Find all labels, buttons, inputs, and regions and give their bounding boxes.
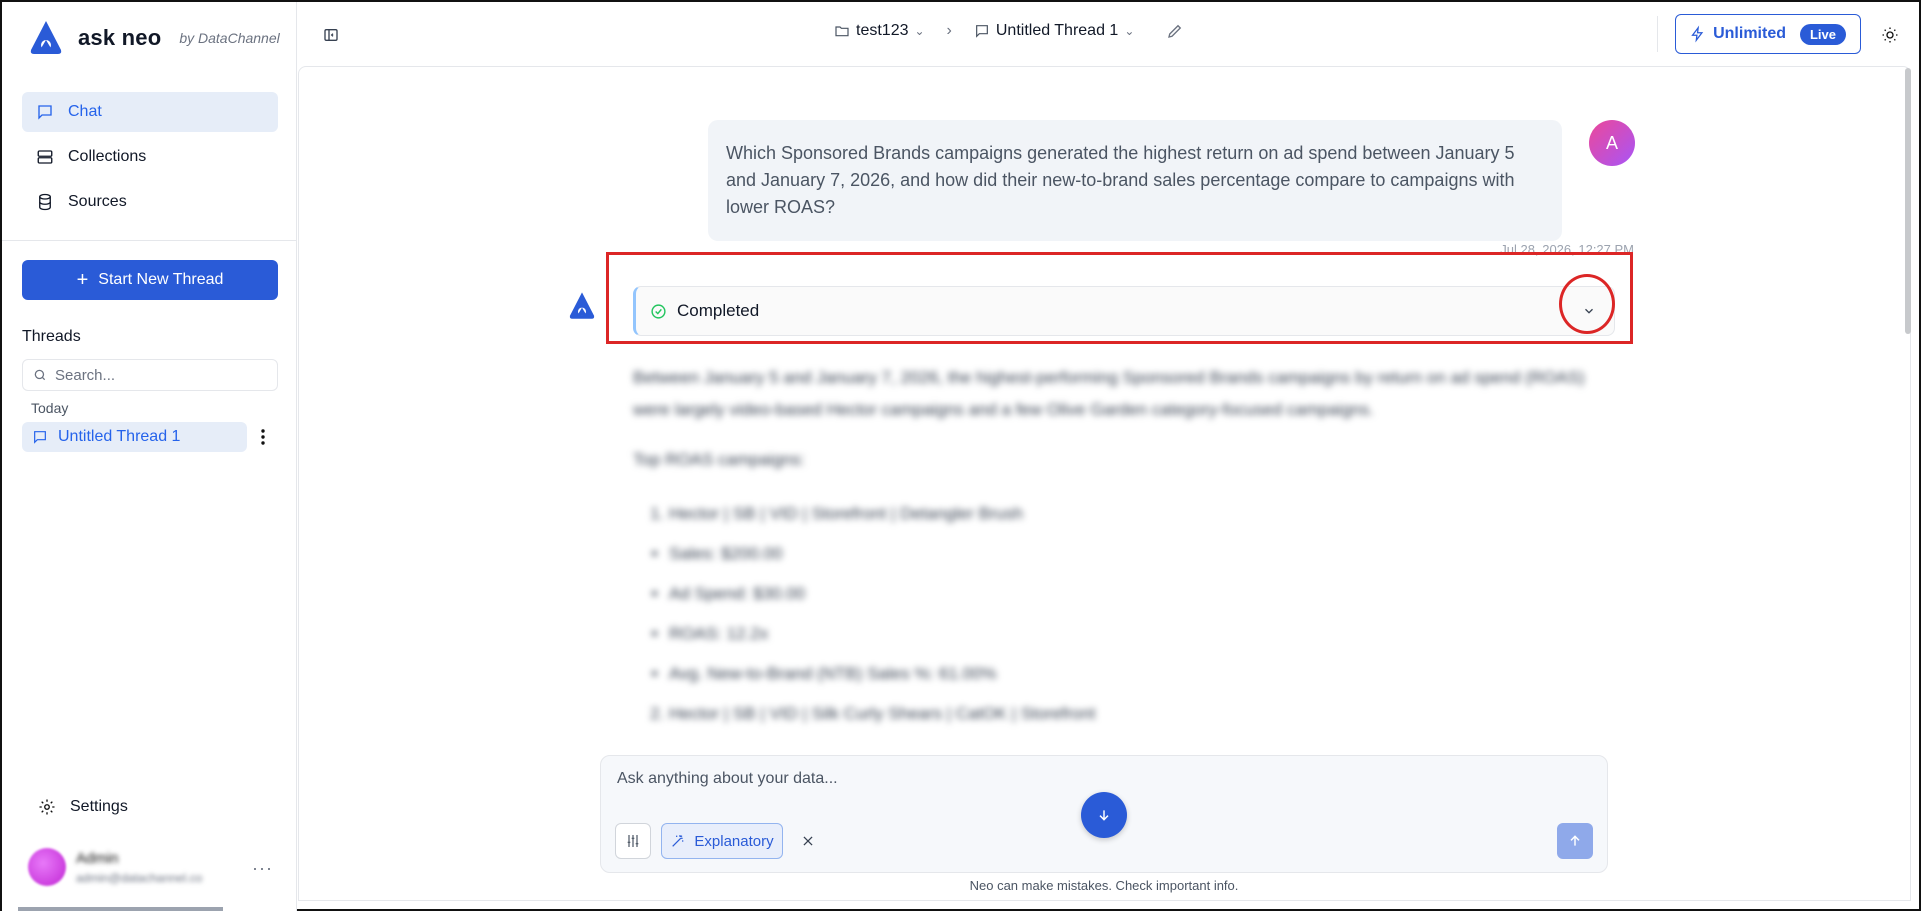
sidebar-divider <box>2 240 297 241</box>
disclaimer: Neo can make mistakes. Check important i… <box>969 878 1239 893</box>
thread-search <box>22 359 278 391</box>
list-item: Sales: $200.00 <box>669 534 1593 574</box>
header-divider <box>1657 16 1658 52</box>
plan-label: Unlimited <box>1713 25 1786 42</box>
mode-label: Explanatory <box>694 832 774 850</box>
sidebar-item-label: Sources <box>68 193 127 210</box>
brand-logo[interactable]: ask neo by DataChannel <box>26 18 280 58</box>
project-name: test123 <box>856 22 909 39</box>
thread-search-input[interactable] <box>55 366 255 384</box>
annotation-circle <box>1559 274 1615 334</box>
avatar: A <box>1589 120 1635 166</box>
chat-icon <box>38 105 52 120</box>
gear-icon <box>39 799 55 815</box>
chat-icon <box>975 25 988 38</box>
user-email: admin@datachannel.co <box>76 870 203 885</box>
send-button[interactable] <box>1557 823 1593 859</box>
chevron-down-icon: ⌄ <box>914 24 925 38</box>
clear-mode-button[interactable] <box>797 830 819 852</box>
breadcrumb: test123 ⌄ › Untitled Thread 1 ⌄ <box>834 22 1184 40</box>
collapse-sidebar-button[interactable] <box>320 24 342 46</box>
thread-more-icon[interactable] <box>256 426 270 448</box>
magic-wand-icon <box>672 835 684 847</box>
sidebar-item-label: Collections <box>68 148 147 165</box>
annotation-highlight-box <box>606 252 1633 344</box>
answer-intro: Between January 5 and January 7, 2026, t… <box>633 368 1585 419</box>
user-profile[interactable]: Admin admin@datachannel.co <box>28 848 202 886</box>
settings-label: Settings <box>70 798 128 815</box>
sidebar-scrollbar[interactable] <box>18 907 223 911</box>
sidebar-toggle-icon <box>324 29 338 41</box>
start-new-thread-button[interactable]: + Start New Thread <box>22 260 278 300</box>
settings-sliders-button[interactable] <box>615 823 651 859</box>
sidebar-item-sources[interactable]: Sources <box>22 182 278 222</box>
folder-icon <box>835 26 849 37</box>
thread-group-today: Today <box>31 400 69 416</box>
thread-name: Untitled Thread 1 <box>995 22 1119 39</box>
brand-name: ask neo <box>78 25 162 50</box>
search-icon <box>34 369 46 381</box>
message-input[interactable] <box>617 770 1517 788</box>
list-item: Avg. New-to-Brand (NTB) Sales %: 61.00% <box>669 654 1593 694</box>
theme-toggle-button[interactable] <box>1879 24 1901 46</box>
avatar <box>28 848 66 886</box>
neo-logo-icon <box>569 292 595 319</box>
pencil-icon[interactable] <box>1166 22 1184 40</box>
plus-icon: + <box>76 268 89 291</box>
brand-by: by DataChannel <box>179 30 280 46</box>
list-item: ROAS: 12.2x <box>669 614 1593 654</box>
sidebar-item-label: Chat <box>68 103 102 120</box>
start-new-thread-label: Start New Thread <box>98 271 224 288</box>
breadcrumb-project[interactable]: test123 ⌄ <box>834 22 925 40</box>
status-badge: Live <box>1799 23 1846 45</box>
threads-heading: Threads <box>22 328 81 345</box>
lightning-icon <box>1691 25 1704 43</box>
user-message: Which Sponsored Brands campaigns generat… <box>708 120 1562 241</box>
scroll-to-bottom-button[interactable] <box>1081 792 1127 838</box>
database-icon <box>39 193 51 211</box>
sidebar-item-collections[interactable]: Collections <box>22 137 278 177</box>
thread-item-label: Untitled Thread 1 <box>58 428 181 445</box>
list-item: Hector | SB | VID | Silk Curly Shears | … <box>669 694 1593 734</box>
thread-item[interactable]: Untitled Thread 1 <box>22 422 247 452</box>
assistant-answer: Between January 5 and January 7, 2026, t… <box>633 362 1593 734</box>
plan-button[interactable]: Unlimited Live <box>1675 14 1861 54</box>
close-icon <box>803 836 813 846</box>
collections-icon <box>37 150 53 164</box>
settings-link[interactable]: Settings <box>38 798 128 816</box>
chat-icon <box>34 431 46 444</box>
user-name: Admin <box>76 849 119 867</box>
assistant-avatar <box>565 290 599 327</box>
chevron-right-icon: › <box>946 22 952 39</box>
chevron-down-icon: ⌄ <box>1124 24 1135 38</box>
user-more-icon[interactable]: ··· <box>252 858 273 879</box>
sun-icon <box>1882 27 1898 43</box>
explanatory-mode-button[interactable]: Explanatory <box>661 823 783 859</box>
sidebar-nav: Chat Collections Sources <box>22 92 278 227</box>
answer-heading: Top ROAS campaigns: <box>633 450 805 469</box>
sidebar-item-chat[interactable]: Chat <box>22 92 278 132</box>
list-item: Ad Spend: $30.00 <box>669 574 1593 614</box>
neo-logo-icon <box>30 21 62 54</box>
arrow-up-icon <box>1570 835 1580 846</box>
list-item: Hector | SB | VID | Storefront | Detangl… <box>669 494 1593 534</box>
sidebar: ask neo by DataChannel Chat Collections … <box>2 2 297 911</box>
sliders-icon <box>627 835 639 847</box>
breadcrumb-thread[interactable]: Untitled Thread 1 ⌄ <box>974 22 1135 40</box>
arrow-down-icon <box>1099 810 1109 821</box>
chat-scrollbar[interactable] <box>1905 68 1911 334</box>
